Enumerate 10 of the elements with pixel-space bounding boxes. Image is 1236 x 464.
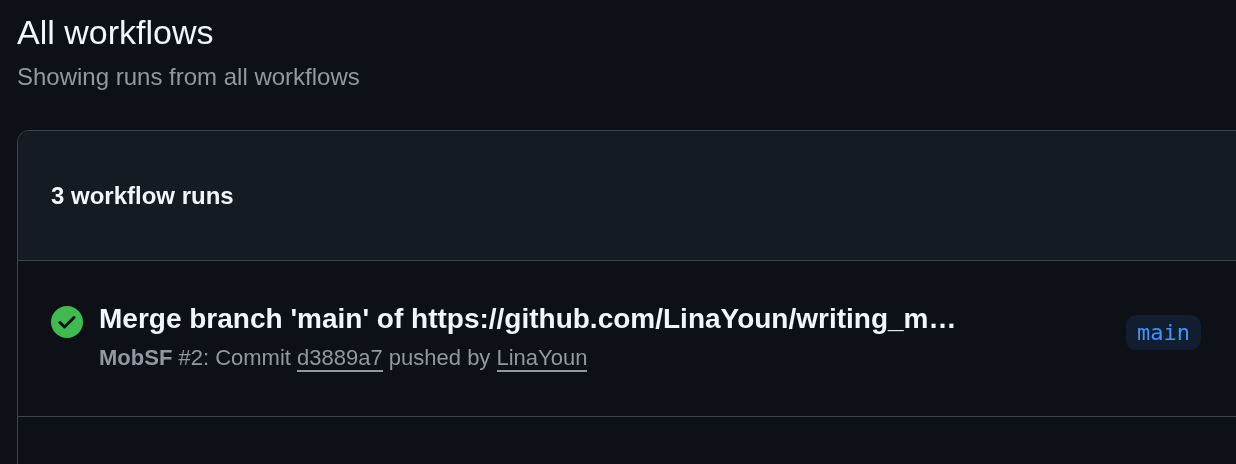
page-subtitle: Showing runs from all workflows: [17, 62, 361, 92]
author-link[interactable]: LinaYoun: [496, 345, 588, 372]
run-count: 3 workflow runs: [51, 181, 234, 210]
workflow-name: MobSF: [99, 345, 173, 371]
run-number-text: #2: Commit: [178, 345, 291, 371]
commit-link[interactable]: d3889a7: [297, 345, 383, 372]
branch-label[interactable]: main: [1126, 315, 1201, 350]
page-title: All workflows: [17, 12, 215, 53]
run-title-link[interactable]: Merge branch 'main' of https://github.com/LinaYoun/writing_m…: [99, 301, 957, 337]
pushed-by-text: pushed by: [388, 345, 491, 371]
